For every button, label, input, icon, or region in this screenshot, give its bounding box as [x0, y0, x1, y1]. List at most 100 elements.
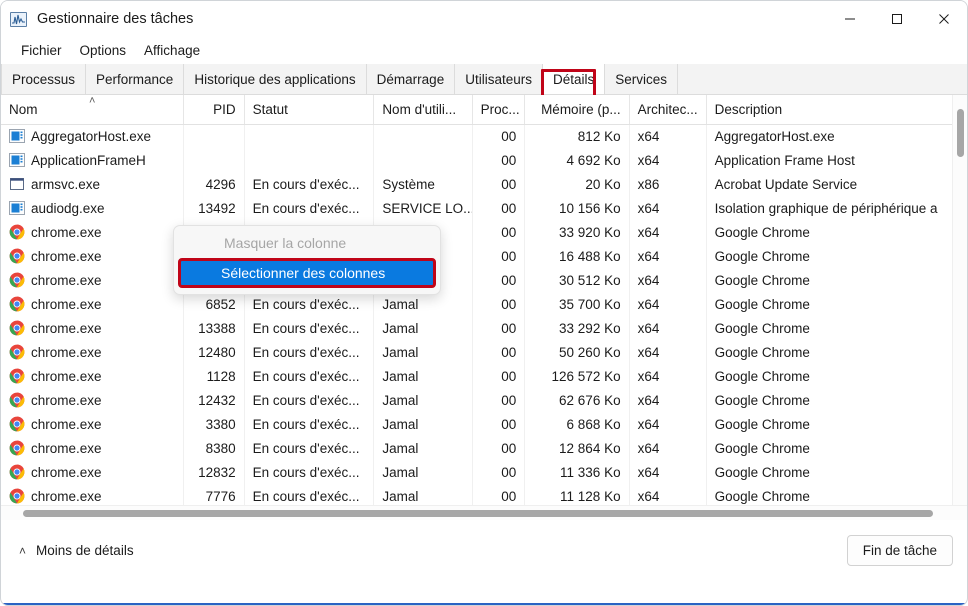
column-header-nom-utilisateur[interactable]: Nom d'utili... [374, 95, 472, 124]
cell-processeur: 00 [472, 316, 525, 340]
process-name-group: chrome.exe [9, 488, 175, 504]
menu-item-options[interactable]: Options [71, 41, 136, 60]
cell-statut: En cours d'exéc... [244, 484, 374, 505]
context-menu-item-selectionner-des-colonnes[interactable]: Sélectionner des colonnes [178, 258, 436, 288]
table-row[interactable]: chrome.exe12832En cours d'exéc...Jamal00… [1, 460, 967, 484]
tab-utilisateurs[interactable]: Utilisateurs [455, 64, 543, 94]
chrome-icon [9, 416, 25, 432]
process-table-container: Nom ˄ PID Statut Nom d'utili... Proc... … [1, 95, 967, 505]
table-row[interactable]: ApplicationFrameH004 692 Kox64Applicatio… [1, 148, 967, 172]
cell-architecture: x64 [629, 244, 706, 268]
table-row[interactable]: chrome.exe1128En cours d'exéc...Jamal001… [1, 364, 967, 388]
less-details-button[interactable]: ˄ Moins de détails [19, 543, 134, 558]
table-row[interactable]: chrome.exe3288En cours d'exéc...Jamal001… [1, 244, 967, 268]
vertical-scrollbar[interactable] [952, 95, 967, 505]
chrome-icon [9, 248, 25, 264]
process-name-group: chrome.exe [9, 272, 175, 288]
cell-processeur: 00 [472, 124, 525, 148]
cell-architecture: x64 [629, 436, 706, 460]
cell-pid: 8380 [183, 436, 244, 460]
cell-nom: chrome.exe [1, 364, 183, 388]
cell-nom: chrome.exe [1, 412, 183, 436]
table-row[interactable]: audiodg.exe13492En cours d'exéc...SERVIC… [1, 196, 967, 220]
table-row[interactable]: AggregatorHost.exe00812 Kox64AggregatorH… [1, 124, 967, 148]
table-row[interactable]: chrome.exe13388En cours d'exéc...Jamal00… [1, 316, 967, 340]
cell-processeur: 00 [472, 244, 525, 268]
menu-item-fichier[interactable]: Fichier [12, 41, 71, 60]
cell-description: Isolation graphique de périphérique a [706, 196, 966, 220]
generic-app-icon [9, 200, 25, 216]
minimize-button[interactable] [826, 1, 873, 37]
cell-architecture: x64 [629, 388, 706, 412]
cell-description: Acrobat Update Service [706, 172, 966, 196]
tab-services[interactable]: Services [605, 64, 678, 94]
cell-pid: 13388 [183, 316, 244, 340]
tab-historique-des-applications[interactable]: Historique des applications [184, 64, 366, 94]
menu-item-affichage[interactable]: Affichage [135, 41, 209, 60]
cell-architecture: x64 [629, 220, 706, 244]
vertical-scrollbar-thumb[interactable] [957, 109, 964, 157]
table-row[interactable]: chrome.exe6852En cours d'exéc...Jamal003… [1, 292, 967, 316]
cell-description: Google Chrome [706, 364, 966, 388]
cell-memoire: 62 676 Ko [525, 388, 629, 412]
maximize-button[interactable] [873, 1, 920, 37]
cell-nom: chrome.exe [1, 388, 183, 412]
cell-description: Google Chrome [706, 220, 966, 244]
cell-statut: En cours d'exéc... [244, 292, 374, 316]
cell-statut: En cours d'exéc... [244, 196, 374, 220]
close-button[interactable] [920, 1, 967, 37]
cell-memoire: 12 864 Ko [525, 436, 629, 460]
tab-processus[interactable]: Processus [1, 64, 86, 94]
table-row[interactable]: chrome.exe12480En cours d'exéc...Jamal00… [1, 340, 967, 364]
cell-pid: 4296 [183, 172, 244, 196]
horizontal-scrollbar[interactable] [1, 505, 967, 520]
tab-demarrage[interactable]: Démarrage [367, 64, 456, 94]
process-name-label: chrome.exe [31, 297, 102, 312]
tab-strip: Processus Performance Historique des app… [1, 64, 967, 95]
cell-description: Google Chrome [706, 268, 966, 292]
table-row[interactable]: chrome.exe8380En cours d'exéc...Jamal001… [1, 436, 967, 460]
cell-nom-utilisateur: Jamal [374, 412, 472, 436]
cell-description: Google Chrome [706, 484, 966, 505]
cell-statut [244, 148, 374, 172]
cell-processeur: 00 [472, 292, 525, 316]
tab-performance[interactable]: Performance [86, 64, 184, 94]
column-header-architecture[interactable]: Architec... [629, 95, 706, 124]
tab-details[interactable]: Détails [543, 64, 605, 94]
table-row[interactable]: chrome.exe12432En cours d'exéc...Jamal00… [1, 388, 967, 412]
cell-description: Google Chrome [706, 460, 966, 484]
cell-memoire: 11 336 Ko [525, 460, 629, 484]
column-header-nom[interactable]: Nom ˄ [1, 95, 183, 124]
cell-architecture: x64 [629, 292, 706, 316]
table-row[interactable]: armsvc.exe4296En cours d'exéc...Système0… [1, 172, 967, 196]
column-header-memoire[interactable]: Mémoire (p... [525, 95, 629, 124]
cell-memoire: 33 292 Ko [525, 316, 629, 340]
column-header-description[interactable]: Description [706, 95, 966, 124]
cell-description: Google Chrome [706, 340, 966, 364]
cell-processeur: 00 [472, 460, 525, 484]
cell-nom-utilisateur: Jamal [374, 292, 472, 316]
process-name-label: chrome.exe [31, 225, 102, 240]
cell-memoire: 35 700 Ko [525, 292, 629, 316]
cell-architecture: x64 [629, 364, 706, 388]
table-row[interactable]: chrome.exe3380En cours d'exéc...Jamal006… [1, 412, 967, 436]
column-header-processeur[interactable]: Proc... [472, 95, 525, 124]
process-name-label: chrome.exe [31, 321, 102, 336]
end-task-button[interactable]: Fin de tâche [847, 535, 953, 566]
chevron-up-icon: ˄ [19, 544, 26, 558]
chrome-icon [9, 368, 25, 384]
cell-architecture: x64 [629, 268, 706, 292]
process-name-label: chrome.exe [31, 249, 102, 264]
cell-processeur: 00 [472, 364, 525, 388]
process-name-group: chrome.exe [9, 368, 175, 384]
cell-pid: 12480 [183, 340, 244, 364]
title-bar: Gestionnaire des tâches [1, 1, 967, 37]
cell-nom: chrome.exe [1, 436, 183, 460]
context-menu-item-masquer-la-colonne: Masquer la colonne [178, 230, 436, 256]
column-header-pid[interactable]: PID [183, 95, 244, 124]
column-header-statut[interactable]: Statut [244, 95, 374, 124]
horizontal-scrollbar-thumb[interactable] [23, 510, 933, 517]
table-row[interactable]: chrome.exe11964En cours d'exéc...Jamal00… [1, 268, 967, 292]
table-row[interactable]: chrome.exe7776En cours d'exéc...Jamal001… [1, 484, 967, 505]
table-row[interactable]: chrome.exe6616En cours d'exéc...Jamal003… [1, 220, 967, 244]
